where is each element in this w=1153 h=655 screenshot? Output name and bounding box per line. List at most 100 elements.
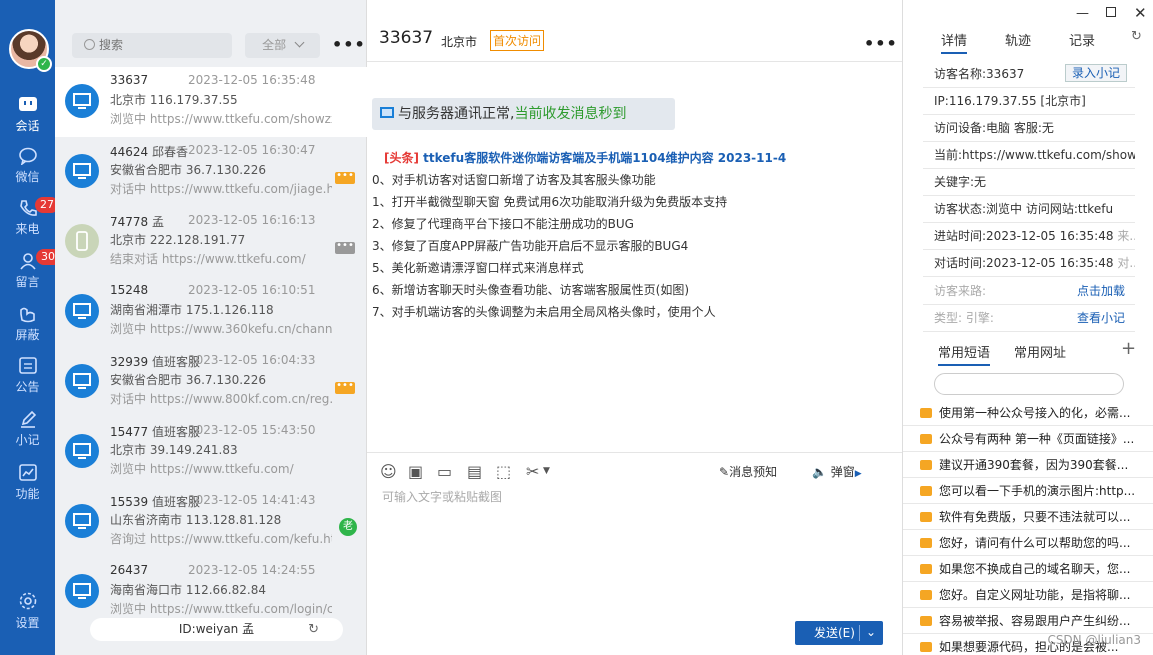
chevron-down-icon <box>294 37 305 48</box>
nav-item-block[interactable]: 屏蔽 <box>0 305 55 343</box>
list-item[interactable]: 44624 邱春香 2023-12-05 16:30:47 安徽省合肥市 36.… <box>55 137 367 207</box>
list-item[interactable]: 建议开通390套餐，因为390套餐... <box>903 452 1153 478</box>
chat-more-button[interactable]: ••• <box>864 34 898 53</box>
list-item[interactable]: 15539 值班客服 2023-12-05 14:41:43 山东省济南市 11… <box>55 487 367 557</box>
visitor-id: 15539 值班客服 <box>110 495 201 509</box>
visit-time: 2023-12-05 16:30:47 <box>188 143 316 157</box>
detail-chat-time: 对话时间:2023-12-05 16:35:48 对... <box>923 250 1135 277</box>
visitor-url: 咨询过 https://www.ttkefu.com/kefu.html <box>110 532 332 546</box>
tab-phrases[interactable]: 常用短语 <box>938 342 991 366</box>
news-headline: [头条] ttkefu客服软件迷你端访客端及手机端1104维护内容 2023-1… <box>372 147 892 169</box>
visitor-location: 山东省济南市 113.128.81.128 <box>110 513 282 527</box>
list-item[interactable]: 26437 2023-12-05 14:24:55 海南省海口市 112.66.… <box>55 557 367 627</box>
nav-item-settings[interactable]: 设置 <box>0 591 55 631</box>
computer-icon <box>65 504 99 538</box>
minimize-icon[interactable]: — <box>1076 6 1089 21</box>
popup-toggle[interactable]: 🔈 弹窗▶ <box>812 463 862 480</box>
nav-item-label: 公告 <box>15 380 40 394</box>
visitor-url: 结束对话 https://www.ttkefu.com/ <box>110 252 306 266</box>
close-icon[interactable]: ✕ <box>1134 4 1147 22</box>
nav-item-notes[interactable]: 小记 <box>0 410 55 448</box>
load-referrer-link[interactable]: 点击加载 <box>1077 278 1125 304</box>
message-icon <box>920 642 932 652</box>
left-nav: ✓ 会话 微信 来电 27 留言 300 屏蔽 公告 小记 功能 设置 <box>0 0 67 655</box>
nav-item-calls[interactable]: 来电 27 <box>0 197 59 237</box>
message-icon <box>920 564 932 574</box>
view-notes-link[interactable]: 查看小记 <box>1077 305 1125 331</box>
list-item[interactable]: 使用第一种公众号接入的化，必需... <box>903 400 1153 426</box>
tab-records[interactable]: 记录 <box>1069 30 1095 49</box>
chatting-indicator: ••• <box>335 171 355 184</box>
visit-time: 2023-12-05 16:10:51 <box>188 283 316 297</box>
account-id-bar: ID:weiyan 孟 ↻ <box>90 618 343 641</box>
list-item[interactable]: 您好，请问有什么可以帮助您的吗... <box>903 530 1153 556</box>
news-title[interactable]: ttkefu客服软件迷你端访客端及手机端1104维护内容 2023-11-4 <box>419 151 786 165</box>
tab-details[interactable]: 详情 <box>941 30 968 54</box>
scissors-icon[interactable]: ✂ <box>526 462 539 481</box>
search-input[interactable] <box>99 38 219 52</box>
refresh-icon[interactable]: ↻ <box>1131 29 1142 44</box>
list-item[interactable]: 74778 孟 2023-12-05 16:16:13 北京市 222.128.… <box>55 207 367 277</box>
list-item[interactable]: 您好。自定义网址功能，是指将聊... <box>903 582 1153 608</box>
filter-dropdown[interactable]: 全部 <box>245 33 320 58</box>
list-item[interactable]: 32939 值班客服 2023-12-05 16:04:33 安徽省合肥市 36… <box>55 347 367 417</box>
visitor-id-title: 33637 <box>379 28 434 48</box>
tab-urls[interactable]: 常用网址 <box>1014 342 1066 361</box>
nav-item-label: 会话 <box>15 119 40 133</box>
chevron-down-icon[interactable]: ▼ <box>543 466 550 476</box>
nav-item-conversations[interactable]: 会话 <box>0 96 55 134</box>
user-message-icon <box>19 253 36 270</box>
message-icon <box>920 538 932 548</box>
screenshot-icon[interactable]: ⬚ <box>496 462 511 481</box>
list-item[interactable]: 15477 值班客服 2023-12-05 15:43:50 北京市 39.14… <box>55 417 367 487</box>
nav-item-announcements[interactable]: 公告 <box>0 357 55 395</box>
add-phrase-button[interactable]: + <box>1121 338 1136 359</box>
nav-item-functions[interactable]: 功能 <box>0 464 55 502</box>
nav-item-wechat[interactable]: 微信 <box>0 147 55 185</box>
visitor-id: 33637 <box>110 73 149 87</box>
list-item[interactable]: 公众号有两种 第一种《页面链接》... <box>903 426 1153 452</box>
image-icon[interactable]: ▣ <box>408 462 423 481</box>
nav-item-label: 设置 <box>15 616 40 630</box>
detail-device: 访问设备:电脑 客服:无 <box>923 115 1135 142</box>
list-more-button[interactable]: ••• <box>332 35 366 54</box>
message-input[interactable]: 可输入文字或粘贴截图 <box>382 488 502 505</box>
first-visit-badge: 首次访问 <box>490 30 545 51</box>
news-tag: [头条] <box>384 151 419 165</box>
list-item[interactable]: 软件有免费版，只要不违法就可以... <box>903 504 1153 530</box>
search-box[interactable] <box>72 33 232 58</box>
nav-item-label: 小记 <box>15 433 40 447</box>
visit-time: 2023-12-05 16:16:13 <box>188 213 316 227</box>
message-preview-toggle[interactable]: ✎消息预知 <box>719 463 777 480</box>
save-icon[interactable]: ▤ <box>467 462 482 481</box>
list-item[interactable]: 您可以看一下手机的演示图片:http... <box>903 478 1153 504</box>
visitor-location: 北京市 116.179.37.55 <box>110 93 238 107</box>
emoji-icon[interactable]: ☺ <box>380 462 397 481</box>
visitor-location: 湖南省湘潭市 175.1.126.118 <box>110 303 274 317</box>
gear-icon <box>19 592 36 610</box>
list-item[interactable]: 容易被举报、容易跟用户产生纠纷... <box>903 608 1153 634</box>
news-line: 2、修复了代理商平台下接口不能注册成功的BUG <box>372 217 634 231</box>
tab-trace[interactable]: 轨迹 <box>1005 30 1031 49</box>
visitor-id: 74778 孟 <box>110 215 165 229</box>
send-label: 发送(E) <box>814 626 855 640</box>
add-note-button[interactable]: 录入小记 <box>1064 64 1127 82</box>
send-options-icon[interactable]: ⌄ <box>859 625 876 641</box>
user-avatar[interactable]: ✓ <box>9 29 52 72</box>
list-item[interactable]: 33637 2023-12-05 16:35:48 北京市 116.179.37… <box>55 67 367 137</box>
news-line: 7、对手机端访客的头像调整为未启用全局风格头像时，使用个人 <box>372 305 716 319</box>
list-item[interactable]: 15248 2023-12-05 16:10:51 湖南省湘潭市 175.1.1… <box>55 277 367 347</box>
maximize-icon[interactable] <box>1106 7 1116 17</box>
detail-ip: IP:116.179.37.55 [北京市] <box>923 88 1135 115</box>
nav-item-messages[interactable]: 留言 300 <box>0 249 67 290</box>
send-button[interactable]: 发送(E) ⌄ <box>795 621 883 645</box>
watermark: CSDN @liulian3 <box>1047 633 1141 647</box>
detail-keyword: 关键字:无 <box>923 169 1135 196</box>
visitor-location: 安徽省合肥市 36.7.130.226 <box>110 373 266 387</box>
refresh-icon[interactable]: ↻ <box>308 618 319 641</box>
online-status-icon: ✓ <box>36 56 52 72</box>
visit-time: 2023-12-05 16:35:48 <box>188 73 316 87</box>
list-item[interactable]: 如果您不换成自己的域名聊天，您... <box>903 556 1153 582</box>
folder-icon[interactable]: ▭ <box>437 462 452 481</box>
phrase-search-input[interactable] <box>934 373 1124 395</box>
